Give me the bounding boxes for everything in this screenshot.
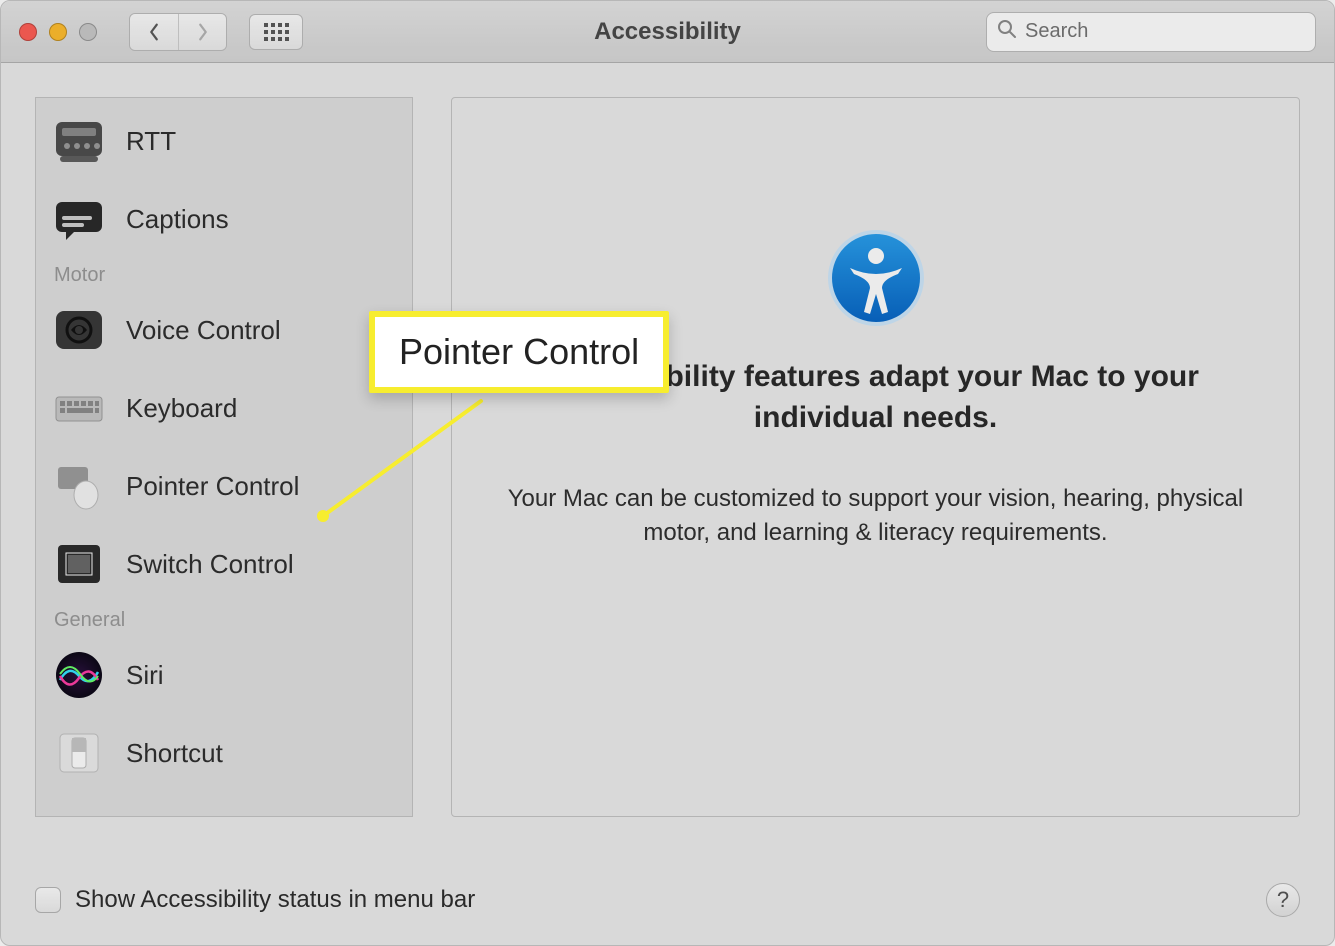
zoom-window-button[interactable] — [79, 23, 97, 41]
sidebar-item-label: Pointer Control — [126, 471, 299, 502]
titlebar: Accessibility — [1, 1, 1334, 63]
pointer-control-icon — [54, 461, 104, 511]
accessibility-icon — [826, 228, 926, 333]
grid-icon — [264, 23, 289, 41]
help-icon: ? — [1277, 887, 1289, 913]
sidebar-item-label: Siri — [126, 660, 164, 691]
captions-icon — [54, 194, 104, 244]
overview-headline: Accessibility features adapt your Mac to… — [516, 357, 1236, 438]
status-menu-bar-option[interactable]: Show Accessibility status in menu bar — [35, 886, 475, 914]
sidebar-item-rtt[interactable]: RTT — [36, 102, 412, 180]
shortcut-icon — [54, 728, 104, 778]
sidebar-item-voice-control[interactable]: Voice Control — [36, 291, 412, 369]
status-menu-bar-label: Show Accessibility status in menu bar — [75, 886, 475, 914]
close-window-button[interactable] — [19, 23, 37, 41]
rtt-icon — [54, 116, 104, 166]
search-field[interactable] — [986, 12, 1316, 52]
voice-control-icon — [54, 305, 104, 355]
sidebar-section-motor: Motor — [36, 258, 412, 291]
bottom-bar: Show Accessibility status in menu bar ? — [35, 883, 1300, 917]
overview-subline: Your Mac can be customized to support yo… — [506, 482, 1246, 549]
status-menu-bar-checkbox[interactable] — [35, 887, 61, 913]
search-input[interactable] — [1025, 20, 1305, 43]
sidebar-item-label: RTT — [126, 126, 176, 157]
siri-icon — [54, 650, 104, 700]
show-all-button[interactable] — [249, 14, 303, 50]
system-preferences-window: Accessibility — [0, 0, 1335, 946]
sidebar-item-captions[interactable]: Captions — [36, 180, 412, 258]
forward-button[interactable] — [178, 14, 226, 50]
sidebar-item-label: Voice Control — [126, 315, 281, 346]
sidebar-section-general: General — [36, 603, 412, 636]
sidebar-item-pointer-control[interactable]: Pointer Control — [36, 447, 412, 525]
accessibility-overview-pane: Accessibility features adapt your Mac to… — [451, 97, 1300, 817]
minimize-window-button[interactable] — [49, 23, 67, 41]
help-button[interactable]: ? — [1266, 883, 1300, 917]
sidebar-item-siri[interactable]: Siri — [36, 636, 412, 714]
keyboard-icon — [54, 383, 104, 433]
sidebar-item-label: Captions — [126, 204, 229, 235]
nav-back-forward — [129, 13, 227, 51]
switch-control-icon — [54, 539, 104, 589]
sidebar-item-label: Switch Control — [126, 549, 294, 580]
accessibility-sidebar: RTT Captions Motor — [35, 97, 413, 817]
sidebar-item-shortcut[interactable]: Shortcut — [36, 714, 412, 792]
sidebar-item-label: Keyboard — [126, 393, 237, 424]
sidebar-item-keyboard[interactable]: Keyboard — [36, 369, 412, 447]
sidebar-item-switch-control[interactable]: Switch Control — [36, 525, 412, 603]
search-icon — [997, 19, 1017, 44]
sidebar-item-label: Shortcut — [126, 738, 223, 769]
back-button[interactable] — [130, 14, 178, 50]
window-controls — [19, 23, 97, 41]
content-area: RTT Captions Motor — [1, 63, 1334, 945]
